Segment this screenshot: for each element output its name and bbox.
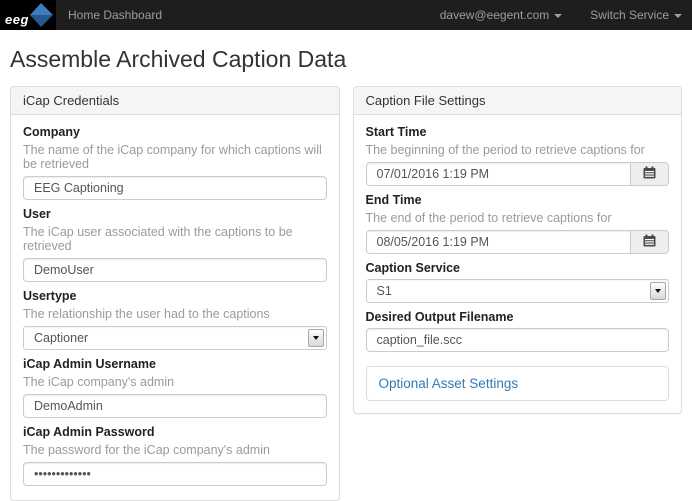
eeg-logo[interactable]: eeg [0,0,56,30]
admin-username-help-text: The iCap company's admin [23,375,175,389]
user-input[interactable] [23,258,327,282]
caption-file-settings-heading: Caption File Settings [353,87,681,115]
eeg-logo-text: eeg [5,12,29,27]
optional-asset-settings-link[interactable]: Optional Asset Settings [379,376,519,391]
admin-username-label: iCap Admin Username [23,357,156,371]
start-time-calendar-button[interactable] [631,162,669,186]
user-label: User [23,207,51,221]
page-title: Assemble Archived Caption Data [10,46,347,72]
usertype-help-text: The relationship the user had to the cap… [23,307,270,321]
company-label: Company [23,125,80,139]
usertype-select[interactable]: Captioner [23,326,327,350]
end-time-help-text: The end of the period to retrieve captio… [365,211,612,225]
end-time-label: End Time [365,193,422,207]
start-time-help-text: The beginning of the period to retrieve … [365,143,645,157]
usertype-label: Usertype [23,289,77,303]
admin-password-label: iCap Admin Password [23,425,155,439]
switch-service-label: Switch Service [590,8,669,22]
caption-service-select[interactable]: S1 [365,279,669,303]
caption-file-settings-panel: Caption File Settings Start Time The beg… [352,86,682,414]
optional-asset-settings-panel: Optional Asset Settings [365,366,669,401]
user-menu-dropdown[interactable]: davew@eegent.com [440,8,563,22]
end-time-input[interactable] [365,230,631,254]
end-time-calendar-button[interactable] [631,230,669,254]
icap-credentials-heading: iCap Credentials [11,87,339,115]
admin-username-input[interactable] [23,394,327,418]
eeg-diamond-icon [27,1,55,32]
caption-service-selected-value: S1 [376,284,392,298]
user-email-label: davew@eegent.com [439,8,550,22]
calendar-icon [643,166,656,182]
output-filename-input[interactable] [365,328,669,352]
caret-down-icon [674,13,682,18]
caret-down-icon [307,329,324,347]
caption-service-label: Caption Service [365,261,460,275]
company-help-text: The name of the iCap company for which c… [23,143,322,171]
caret-down-icon [554,13,563,18]
user-help-text: The iCap user associated with the captio… [23,225,293,253]
home-dashboard-link[interactable]: Home Dashboard [68,8,162,22]
output-filename-label: Desired Output Filename [365,310,514,324]
admin-password-help-text: The password for the iCap company's admi… [23,443,270,457]
switch-service-dropdown[interactable]: Switch Service [590,8,682,22]
admin-password-input[interactable] [23,462,327,486]
usertype-selected-value: Captioner [34,331,89,345]
icap-credentials-panel: iCap Credentials Company The name of the… [10,86,340,501]
company-input[interactable] [23,176,327,200]
caret-down-icon [650,282,666,300]
top-navbar: eeg Home Dashboard davew@eegent.com Swit… [0,0,692,30]
calendar-icon [643,234,656,250]
start-time-input[interactable] [365,162,631,186]
start-time-label: Start Time [365,125,427,139]
